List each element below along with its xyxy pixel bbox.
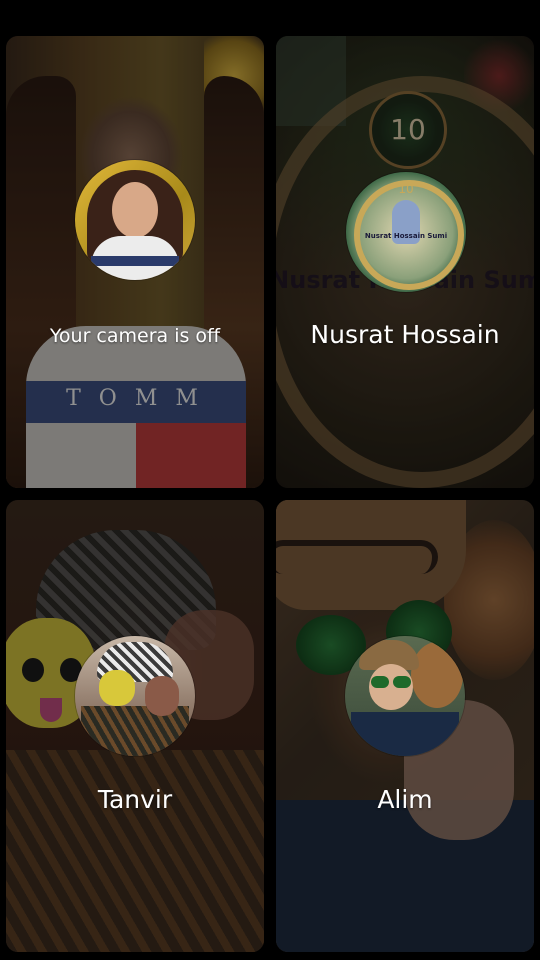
- avatar-badge-number: 10: [398, 182, 414, 196]
- participant-avatar: [345, 636, 465, 756]
- participant-tile-nusrat[interactable]: 10 Nusrat Hossain Sum 10 Nusrat Hossain …: [276, 36, 534, 488]
- participant-name: Alim: [377, 785, 433, 814]
- self-avatar: [75, 160, 195, 280]
- self-video-tile[interactable]: TOMM Your camera is off: [6, 36, 264, 488]
- participant-name: Tanvir: [97, 785, 173, 814]
- video-call-grid: TOMM Your camera is off 10 Nusrat Hossai…: [0, 0, 540, 960]
- participant-tile-tanvir[interactable]: Tanvir: [6, 500, 264, 952]
- participant-avatar: [75, 636, 195, 756]
- participant-tile-alim[interactable]: Alim: [276, 500, 534, 952]
- avatar-caption: Nusrat Hossain Sumi: [364, 232, 448, 240]
- participant-name: Nusrat Hossain: [310, 320, 500, 349]
- camera-off-label: Your camera is off: [49, 325, 221, 347]
- participant-avatar: 10 Nusrat Hossain Sumi: [346, 172, 466, 292]
